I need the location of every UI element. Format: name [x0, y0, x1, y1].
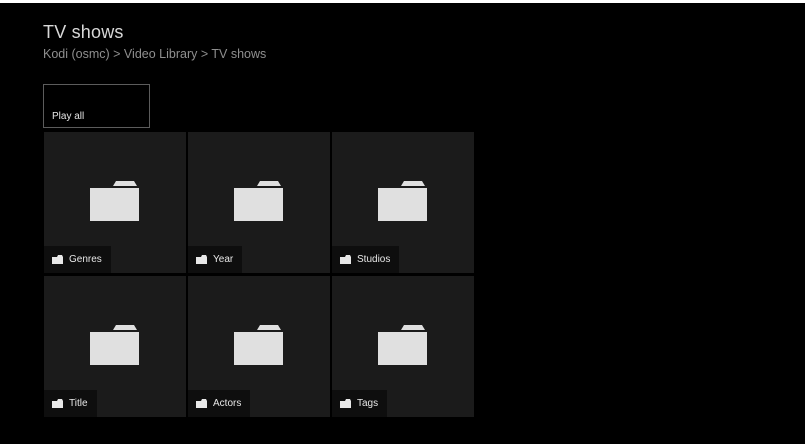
tv-shows-page: TV shows Kodi (osmc) > Video Library > T…	[0, 3, 805, 444]
folder-icon	[196, 399, 207, 408]
folder-icon	[52, 255, 63, 264]
tile-label-bar: Studios	[332, 246, 400, 273]
tile-label: Genres	[69, 254, 102, 265]
tile-label-bar: Genres	[44, 246, 111, 273]
tile-label-bar: Tags	[332, 390, 388, 417]
tile-label: Year	[213, 254, 234, 265]
tile-label-bar: Year	[188, 246, 243, 273]
tile-genres[interactable]: Genres	[44, 132, 186, 273]
folder-icon	[234, 325, 283, 365]
play-all-button[interactable]: Play all	[43, 84, 150, 128]
tv-show-category-grid: Genres Year Studios Title Actors Tags	[44, 132, 474, 417]
tile-label-bar: Actors	[188, 390, 251, 417]
play-all-label: Play all	[52, 111, 85, 122]
tile-label: Title	[69, 398, 88, 409]
folder-icon	[378, 325, 427, 365]
tile-year[interactable]: Year	[188, 132, 330, 273]
tile-title[interactable]: Title	[44, 276, 186, 417]
tile-label: Studios	[357, 254, 391, 265]
page-title: TV shows	[43, 22, 124, 42]
tile-studios[interactable]: Studios	[332, 132, 474, 273]
folder-icon	[196, 255, 207, 264]
folder-icon	[340, 399, 351, 408]
tile-label: Tags	[357, 398, 379, 409]
folder-icon	[90, 181, 139, 221]
tile-tags[interactable]: Tags	[332, 276, 474, 417]
folder-icon	[234, 181, 283, 221]
tile-actors[interactable]: Actors	[188, 276, 330, 417]
folder-icon	[52, 399, 63, 408]
tile-label-bar: Title	[44, 390, 97, 417]
folder-icon	[378, 181, 427, 221]
tile-label: Actors	[213, 398, 242, 409]
breadcrumb: Kodi (osmc) > Video Library > TV shows	[43, 47, 267, 61]
folder-icon	[340, 255, 351, 264]
folder-icon	[90, 325, 139, 365]
